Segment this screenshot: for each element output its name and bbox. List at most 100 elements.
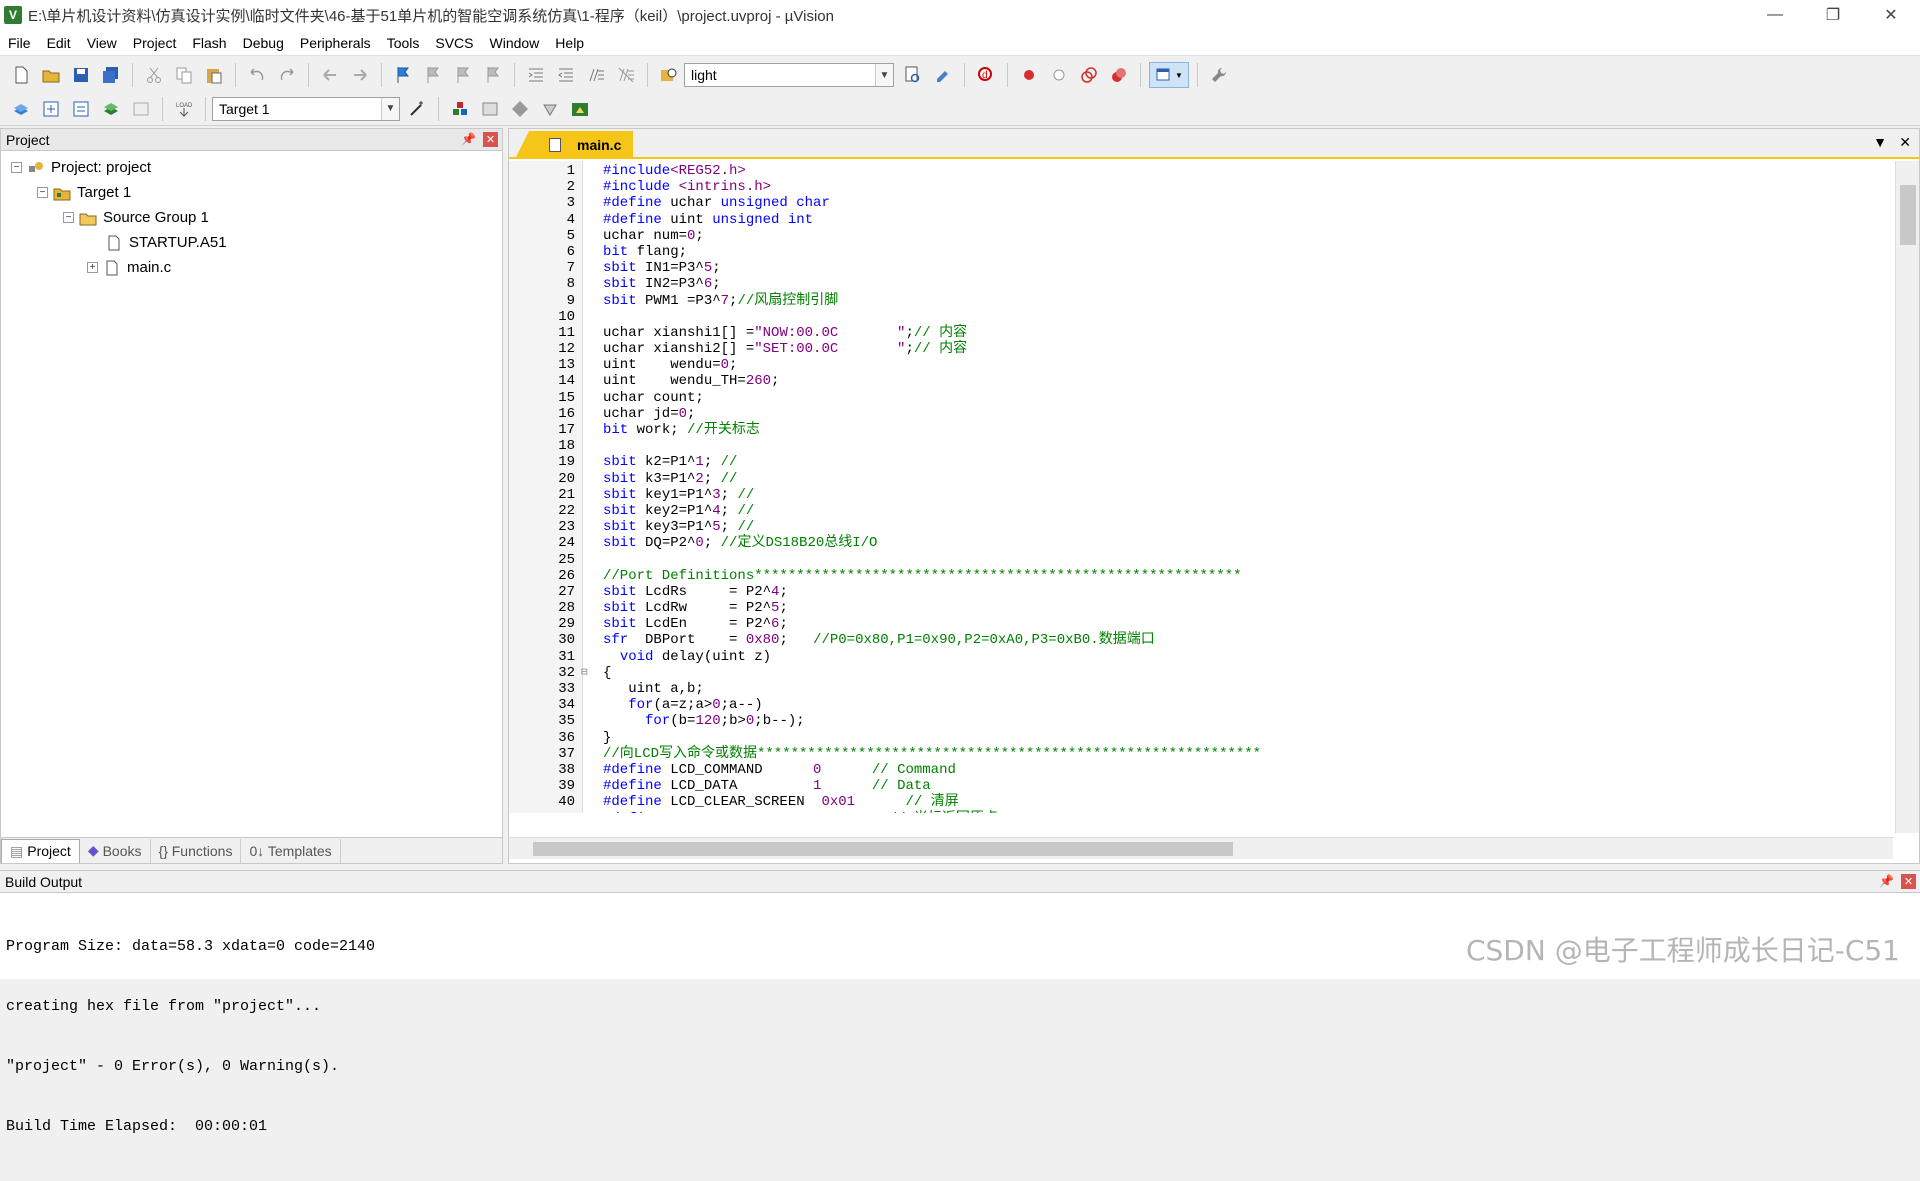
menu-flash[interactable]: Flash xyxy=(184,30,234,56)
code-line[interactable]: 22 sbit key2=P1^4; // xyxy=(509,503,1893,519)
menu-edit[interactable]: Edit xyxy=(39,30,79,56)
code-line[interactable]: 2 #include <intrins.h> xyxy=(509,179,1893,195)
nav-back-button[interactable] xyxy=(317,62,343,88)
undo-button[interactable] xyxy=(244,62,270,88)
menu-project[interactable]: Project xyxy=(125,30,185,56)
restore-button[interactable]: ❐ xyxy=(1804,0,1862,30)
target-select[interactable]: Target 1 ▼ xyxy=(212,96,400,121)
indent-button[interactable] xyxy=(523,62,549,88)
code-line[interactable]: 12 uchar xianshi2[] ="SET:00.0C ";// 内容 xyxy=(509,341,1893,357)
configure-button[interactable] xyxy=(1206,62,1232,88)
tab-functions[interactable]: {} Functions xyxy=(151,838,242,863)
tree-node-startup-file[interactable]: STARTUP.A51 xyxy=(1,230,502,255)
code-line[interactable]: 39 #define LCD_DATA 1 // Data xyxy=(509,778,1893,794)
code-line[interactable]: 16 uchar jd=0; xyxy=(509,406,1893,422)
redo-button[interactable] xyxy=(274,62,300,88)
scroll-thumb[interactable] xyxy=(1900,185,1916,245)
code-line[interactable]: 17 bit work; //开关标志 xyxy=(509,422,1893,438)
code-line[interactable]: 33 uint a,b; xyxy=(509,681,1893,697)
copy-button[interactable] xyxy=(171,62,197,88)
horizontal-scrollbar[interactable] xyxy=(509,837,1893,859)
find-in-files-button[interactable] xyxy=(656,62,682,88)
code-line[interactable]: 31 void delay(uint z) xyxy=(509,649,1893,665)
menu-view[interactable]: View xyxy=(79,30,125,56)
pin-icon[interactable]: 📌 xyxy=(1879,874,1894,888)
minimize-button[interactable]: — xyxy=(1746,0,1804,30)
code-line[interactable]: 25 xyxy=(509,552,1893,568)
incremental-find-button[interactable] xyxy=(900,62,926,88)
insert-breakpoint-button[interactable] xyxy=(1016,62,1042,88)
code-line[interactable]: 7 sbit IN1=P3^5; xyxy=(509,260,1893,276)
menu-svcs[interactable]: SVCS xyxy=(427,30,481,56)
code-line[interactable]: 34 for(a=z;a>0;a--) xyxy=(509,697,1893,713)
code-line[interactable]: 1 #include<REG52.h> xyxy=(509,163,1893,179)
fold-collapse-icon[interactable]: ⊟ xyxy=(581,665,593,681)
unindent-button[interactable] xyxy=(553,62,579,88)
select-packs-button[interactable] xyxy=(507,96,533,122)
start-debug-button[interactable]: d xyxy=(973,62,999,88)
code-line[interactable]: 37 //向LCD写入命令或数据*************************… xyxy=(509,746,1893,762)
tab-project[interactable]: ▤ Project xyxy=(1,838,80,863)
code-line[interactable]: 10 xyxy=(509,309,1893,325)
code-line[interactable]: 6 bit flang; xyxy=(509,244,1893,260)
tree-node-target[interactable]: − Target 1 xyxy=(1,180,502,205)
bookmark-clear-button[interactable] xyxy=(480,62,506,88)
collapse-icon[interactable]: − xyxy=(63,212,74,223)
batch-build-button[interactable] xyxy=(98,96,124,122)
save-all-button[interactable] xyxy=(98,62,124,88)
code-line[interactable]: 19 sbit k2=P1^1; // xyxy=(509,454,1893,470)
download-button[interactable]: LOAD xyxy=(171,96,197,122)
code-line[interactable]: 15 uchar count; xyxy=(509,390,1893,406)
translate-button[interactable] xyxy=(8,96,34,122)
collapse-icon[interactable]: − xyxy=(11,162,22,173)
code-line[interactable]: 32 ⊟ { xyxy=(509,665,1893,681)
window-layout-button[interactable]: ▼ xyxy=(1149,62,1189,88)
chevron-down-icon[interactable]: ▼ xyxy=(381,97,399,120)
expand-icon[interactable]: + xyxy=(87,262,98,273)
code-line[interactable]: 24 sbit DQ=P2^0; //定义DS18B20总线I/O xyxy=(509,535,1893,551)
code-line[interactable]: 14 uint wendu_TH=260; xyxy=(509,373,1893,389)
chevron-down-icon[interactable]: ▼ xyxy=(875,64,893,86)
close-editor-tab-icon[interactable]: ✕ xyxy=(1899,134,1911,151)
scroll-thumb[interactable] xyxy=(533,842,1233,856)
code-line[interactable]: 40 #define LCD_CLEAR_SCREEN 0x01 // 清屏 xyxy=(509,794,1893,810)
code-line[interactable]: 8 sbit IN2=P3^6; xyxy=(509,276,1893,292)
code-line[interactable]: 20 sbit k3=P1^2; // xyxy=(509,471,1893,487)
code-line[interactable]: 4 #define uint unsigned int xyxy=(509,212,1893,228)
bookmark-toggle-button[interactable] xyxy=(390,62,416,88)
menu-peripherals[interactable]: Peripherals xyxy=(292,30,379,56)
tab-list-dropdown-icon[interactable]: ▼ xyxy=(1873,134,1887,150)
build-button[interactable] xyxy=(38,96,64,122)
code-line[interactable]: 18 xyxy=(509,438,1893,454)
comment-button[interactable] xyxy=(583,62,609,88)
code-line[interactable]: 38 #define LCD_COMMAND 0 // Command xyxy=(509,762,1893,778)
file-extensions-button[interactable] xyxy=(477,96,503,122)
uncomment-button[interactable] xyxy=(613,62,639,88)
code-line[interactable]: 30 sfr DBPort = 0x80; //P0=0x80,P1=0x90,P… xyxy=(509,632,1893,648)
manage-project-items-button[interactable] xyxy=(447,96,473,122)
save-button[interactable] xyxy=(68,62,94,88)
manage-rte-button[interactable] xyxy=(537,96,563,122)
close-button[interactable]: ✕ xyxy=(1862,0,1920,30)
tab-books[interactable]: ◆ Books xyxy=(80,838,151,863)
kill-all-breakpoints-button[interactable] xyxy=(1106,62,1132,88)
code-line[interactable]: 26 //Port Definitions********************… xyxy=(509,568,1893,584)
bookmark-next-button[interactable] xyxy=(450,62,476,88)
code-editor[interactable]: 1 #include<REG52.h> 2 #include <intrins.h> 3… xyxy=(509,161,1893,813)
bookmark-prev-button[interactable] xyxy=(420,62,446,88)
enable-breakpoint-button[interactable] xyxy=(1046,62,1072,88)
code-line[interactable]: 35 for(b=120;b>0;b--); xyxy=(509,713,1893,729)
menu-file[interactable]: File xyxy=(0,30,39,56)
tab-templates[interactable]: 0↓ Templates xyxy=(241,838,341,863)
find-combo[interactable]: light ▼ xyxy=(684,63,894,87)
menu-help[interactable]: Help xyxy=(547,30,592,56)
paste-button[interactable] xyxy=(201,62,227,88)
vertical-scrollbar[interactable] xyxy=(1895,161,1919,833)
disable-all-breakpoints-button[interactable] xyxy=(1076,62,1102,88)
tree-node-project[interactable]: − Project: project xyxy=(1,155,502,180)
pack-installer-button[interactable] xyxy=(567,96,593,122)
target-options-button[interactable] xyxy=(404,96,430,122)
tab-main-c[interactable]: main.c xyxy=(515,131,633,159)
project-panel-close-button[interactable]: ✕ xyxy=(483,132,498,147)
code-line[interactable]: 28 sbit LcdRw = P2^5; xyxy=(509,600,1893,616)
